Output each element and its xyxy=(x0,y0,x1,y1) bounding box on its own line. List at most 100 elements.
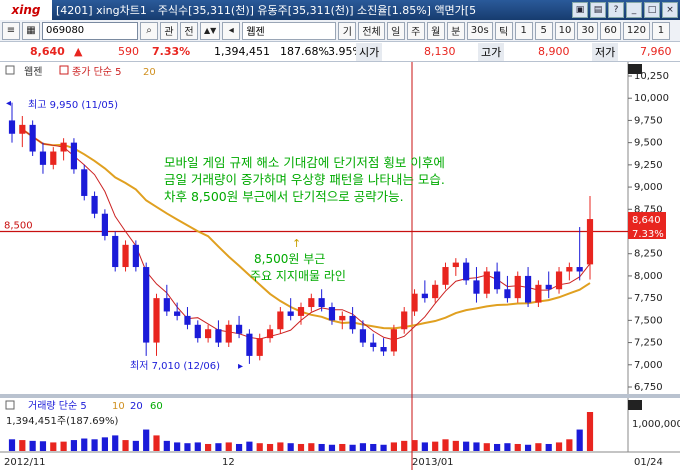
candle-body xyxy=(339,315,346,321)
volume-axis-toggle-icon[interactable] xyxy=(628,400,642,410)
prev-icon[interactable]: ◂ xyxy=(222,21,241,40)
open-value: 8,130 xyxy=(424,45,456,58)
y-tick-label: 7,750 xyxy=(634,293,663,304)
volume-legend-ma60: 60 xyxy=(150,401,163,412)
volume-bar xyxy=(112,435,119,451)
candle-body xyxy=(535,284,542,303)
minimize-icon[interactable]: _ xyxy=(626,2,642,18)
candle-body xyxy=(483,271,490,294)
button-jeon[interactable]: 전 xyxy=(180,21,198,40)
period-10[interactable]: 10 xyxy=(554,21,576,40)
stock-code-input[interactable] xyxy=(42,21,138,40)
chart-area[interactable]: 10,250 10,000 9,750 9,500 9,250 9,000 8,750 8,2… xyxy=(0,62,680,470)
pin-icon[interactable]: ▣ xyxy=(572,2,588,18)
volume-bar xyxy=(174,442,181,451)
updown-icon[interactable]: ▲▼ xyxy=(200,21,221,40)
candle-body xyxy=(174,311,181,316)
search-icon[interactable]: ⌕ xyxy=(140,21,158,40)
volume-bar xyxy=(586,412,594,451)
legend-ma5: 종가 단순 5 xyxy=(72,66,122,78)
maximize-icon[interactable]: □ xyxy=(644,2,660,18)
volume-bar xyxy=(163,440,170,451)
low-value: 7,960 xyxy=(640,45,672,58)
legend-ma20: 20 xyxy=(143,67,156,78)
support-line2: 주요 지지매물 라인 xyxy=(250,269,346,283)
volume-bar xyxy=(380,444,387,451)
x-label-nov: 2012/11 xyxy=(4,457,46,468)
candle-body xyxy=(184,315,191,325)
list-icon[interactable]: ▦ xyxy=(22,21,40,40)
candle-body xyxy=(235,324,243,334)
y-tick-label: 8,000 xyxy=(634,271,663,282)
legend-checkbox[interactable] xyxy=(5,65,15,75)
period-custom[interactable]: 1 xyxy=(651,21,670,40)
candle-body xyxy=(359,329,367,343)
y-tick-label: 7,250 xyxy=(634,338,663,349)
candle-body xyxy=(504,289,511,299)
volume-bar xyxy=(246,441,253,451)
window-title: [4201] xing차트1 - 주식수[35,311(천)] 유동주[35,3… xyxy=(56,4,476,17)
candle-body xyxy=(473,280,480,294)
volume-bar xyxy=(514,443,521,451)
candle-body xyxy=(81,169,88,196)
candle-body xyxy=(349,315,356,330)
candle-body xyxy=(143,267,150,343)
stock-name: 웹젠 xyxy=(242,21,337,40)
price-chart[interactable]: 10,25010,0009,7509,5009,2509,0008,7508,2… xyxy=(0,62,680,470)
low-label: 저가 xyxy=(592,42,619,61)
close-icon[interactable]: × xyxy=(662,2,678,18)
button-all[interactable]: 전체 xyxy=(358,21,385,40)
volume-bar xyxy=(39,441,47,451)
tab-monthly[interactable]: 월 xyxy=(426,21,445,40)
candle-body xyxy=(494,271,501,290)
tab-30s[interactable]: 30s xyxy=(466,21,493,40)
y-tick-label: 9,000 xyxy=(634,182,663,193)
period-5[interactable]: 5 xyxy=(534,21,553,40)
volume-legend-checkbox[interactable] xyxy=(5,400,15,410)
tab-weekly[interactable]: 주 xyxy=(406,21,425,40)
candle-body xyxy=(91,195,98,214)
tab-tick[interactable]: 틱 xyxy=(494,21,513,40)
volume-legend-ma20: 20 xyxy=(130,401,143,412)
volume-bar xyxy=(101,437,108,451)
low-marker: 최저 7,010 (12/06) xyxy=(130,360,220,372)
tab-daily[interactable]: 일 xyxy=(386,21,405,40)
volume-bar xyxy=(153,435,160,451)
volume-bar xyxy=(401,440,408,451)
config-icon[interactable]: ≡ xyxy=(2,21,20,40)
legend-ma-checkbox[interactable] xyxy=(59,65,69,75)
volume-bar xyxy=(60,441,67,451)
candle-body xyxy=(194,324,201,339)
candle-body xyxy=(163,298,170,312)
candle-body xyxy=(390,329,397,352)
button-gwan[interactable]: 관 xyxy=(160,21,178,40)
tab-minute[interactable]: 분 xyxy=(446,21,465,40)
period-30[interactable]: 30 xyxy=(577,21,599,40)
current-price-box-text: 8,640 xyxy=(632,215,661,226)
candle-body xyxy=(132,244,139,268)
volume-bar xyxy=(504,443,511,451)
candle-body xyxy=(308,298,315,308)
volume-ratio: 187.68% xyxy=(280,45,329,58)
candle-body xyxy=(246,333,253,356)
change-arrow-icon: ▲ xyxy=(74,45,83,58)
period-1[interactable]: 1 xyxy=(514,21,533,40)
current-price: 8,640 xyxy=(30,45,65,58)
volume-bar xyxy=(545,443,552,451)
help-icon[interactable]: ? xyxy=(608,2,624,18)
period-120[interactable]: 120 xyxy=(622,21,650,40)
y-axis-toggle-icon[interactable] xyxy=(628,64,642,74)
panel-splitter[interactable] xyxy=(0,394,680,398)
button-gi[interactable]: 기 xyxy=(338,21,357,40)
volume-bar xyxy=(194,442,201,451)
volume-bar xyxy=(432,441,439,451)
volume-legend: 거래량 단순 5 xyxy=(28,400,87,412)
support-arrow-icon: ↑ xyxy=(292,237,301,250)
candle-body xyxy=(122,244,129,268)
candle-body xyxy=(297,307,305,316)
candle-body xyxy=(101,213,108,236)
period-60[interactable]: 60 xyxy=(600,21,621,40)
candle-body xyxy=(215,329,222,343)
candle-body xyxy=(225,324,232,343)
link-icon[interactable]: ▤ xyxy=(590,2,606,18)
